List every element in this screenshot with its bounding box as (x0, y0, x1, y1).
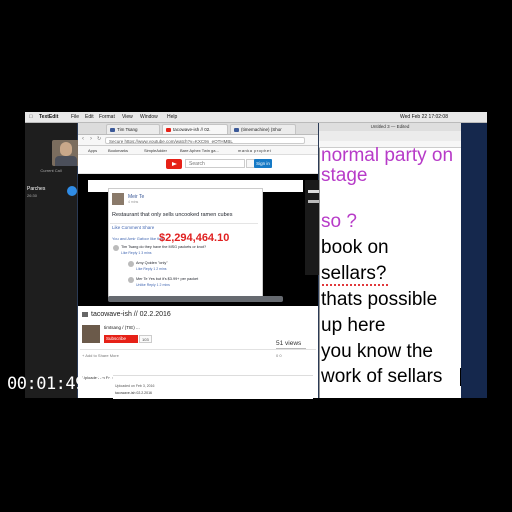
facebook-post-card (108, 188, 263, 300)
post-text: Restaurant that only sells uncooked rame… (112, 212, 233, 218)
video-icon (82, 312, 88, 317)
reload-icon[interactable]: ↻ (97, 136, 101, 142)
commenter-avatar (128, 261, 134, 267)
text-line: you know the (321, 341, 433, 362)
bookmark-aphex[interactable]: Bare Aphex Twin ga... (180, 148, 219, 153)
tab-timemachine[interactable]: (timemachine) (Shor (230, 124, 296, 134)
facebook-icon (110, 128, 115, 132)
bookmark-apps[interactable]: Apps (88, 148, 97, 153)
post-likes: You and Amir Gafoor like this (112, 236, 164, 241)
comment-meta: Like Reply 1 3 mins (121, 251, 152, 255)
bookmark-manka[interactable]: manka prophet (238, 148, 271, 153)
menu-file[interactable]: File (71, 114, 79, 120)
comment-text: Mer Te Yes but it's $3.99+ per packet (136, 277, 199, 281)
comment-meta: Like Reply 1 2 mins (136, 267, 167, 271)
text-line: book on (321, 237, 389, 258)
text-line: so ? (321, 211, 357, 232)
like-bar (276, 348, 306, 349)
channel-name[interactable]: timtsang / (TIE) ... (104, 325, 140, 330)
channel-avatar[interactable] (82, 325, 100, 343)
bookmark-simpleadder[interactable]: SimpleAdder (144, 148, 167, 153)
forward-icon[interactable]: › (90, 136, 92, 142)
text-line: work of sellars (321, 366, 443, 387)
menu-window[interactable]: Window (140, 114, 158, 120)
divider (110, 223, 258, 224)
youtube-search-input[interactable]: Search (185, 159, 245, 168)
spellcheck-underline (322, 284, 390, 286)
signin-button[interactable]: Sign in (254, 159, 272, 168)
text-line: stage (321, 165, 368, 186)
overlay-description: tacowave-ish 02.2.2016 (115, 391, 152, 395)
like-counts[interactable]: 0 0 (276, 353, 282, 358)
comment-meta: Unlike Reply 1 2 mins (136, 283, 170, 287)
text-line: sellars? (321, 263, 387, 284)
view-count: 51 views (276, 340, 302, 347)
bookmark-bookmarks[interactable]: Bookmarks (108, 148, 128, 153)
desktop-edge (461, 123, 487, 398)
commenter-avatar (113, 245, 119, 251)
video-title: tacowave-ish // 02.2.2016 (91, 311, 171, 318)
back-icon[interactable]: ‹ (82, 136, 84, 142)
mute-button[interactable] (67, 186, 77, 196)
bookmarks-bar: Apps Bookmarks SimpleAdder Bare Aphex Tw… (78, 146, 318, 155)
menu-app[interactable]: TextEdit (39, 114, 58, 120)
call-duration: 26:30 (27, 193, 38, 198)
mac-menubar:  TextEdit File Edit Format View Window … (25, 112, 487, 123)
youtube-logo[interactable] (166, 159, 182, 169)
menu-edit[interactable]: Edit (85, 114, 94, 120)
caller-video (52, 140, 80, 166)
text-line: normal party on (321, 145, 454, 166)
price-overlay: $2,294,464.10 (159, 232, 230, 244)
overlay-published: Uploaded on Feb 3, 2016 (115, 384, 155, 388)
menu-format[interactable]: Format (99, 114, 115, 120)
caller-name: Parches (27, 186, 46, 192)
menubar-clock[interactable]: Wed Feb 22 17:02:08 (400, 114, 448, 120)
divider (80, 349, 316, 350)
poster-avatar (112, 193, 124, 205)
subscriber-count: 103 (139, 335, 152, 343)
comment-text: Amy Qoiden "only" (136, 261, 168, 265)
post-time: 4 mins (128, 200, 139, 204)
comment-text: Tim Tsang do they have the MSG packets o… (121, 245, 207, 249)
commenter-avatar (128, 277, 134, 283)
video-timecode: 00:01:49;04 (7, 374, 115, 394)
url-input[interactable]: Secure https://www.youtube.com/watch?v=K… (105, 137, 305, 144)
apple-icon[interactable]:  (29, 114, 33, 120)
menu-view[interactable]: View (122, 114, 133, 120)
textedit-title: Untitled 3 — Edited (319, 123, 461, 131)
call-header: Current Call (40, 168, 62, 173)
text-line: thats possible (321, 289, 438, 310)
video-actions[interactable]: + Add to Share More (82, 353, 119, 358)
youtube-icon (166, 128, 171, 132)
tab-bar: Tim Tsang tacowave-ish // 02. (timemachi… (78, 123, 318, 135)
subscribe-button[interactable]: Subscribe (104, 335, 138, 343)
dock (108, 296, 283, 302)
menu-help[interactable]: Help (167, 114, 177, 120)
facebook-icon (234, 128, 239, 132)
text-line: up here (321, 315, 386, 336)
post-actions: Like Comment Share (112, 225, 155, 230)
tab-tim-tsang[interactable]: Tim Tsang (106, 124, 160, 134)
tab-tacowave[interactable]: tacowave-ish // 02. (162, 124, 228, 134)
